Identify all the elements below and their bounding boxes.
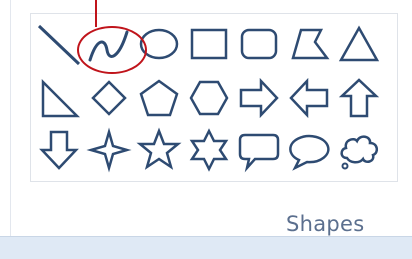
polygon-shape-icon[interactable] <box>285 20 333 68</box>
rounded-rectangular-callout-shape-icon[interactable] <box>235 126 283 174</box>
down-arrow-shape-icon[interactable] <box>35 126 83 174</box>
annotation-highlight-circle <box>77 26 147 74</box>
pentagon-shape-icon[interactable] <box>135 74 183 122</box>
rectangle-shape-icon[interactable] <box>185 20 233 68</box>
triangle-shape-icon[interactable] <box>335 20 383 68</box>
group-separator <box>10 0 11 236</box>
oval-callout-shape-icon[interactable] <box>285 126 333 174</box>
group-label: Shapes <box>286 212 365 236</box>
annotation-pointer-line <box>95 0 97 27</box>
up-arrow-shape-icon[interactable] <box>335 74 383 122</box>
right-arrow-shape-icon[interactable] <box>235 74 283 122</box>
shapes-ribbon-group: Shapes <box>0 0 412 259</box>
diamond-shape-icon[interactable] <box>85 74 133 122</box>
four-point-star-shape-icon[interactable] <box>85 126 133 174</box>
rounded-rectangle-shape-icon[interactable] <box>235 20 283 68</box>
ribbon-bottom-bar <box>0 236 412 259</box>
cloud-callout-shape-icon[interactable] <box>335 126 383 174</box>
six-point-star-shape-icon[interactable] <box>185 126 233 174</box>
left-arrow-shape-icon[interactable] <box>285 74 333 122</box>
hexagon-shape-icon[interactable] <box>185 74 233 122</box>
line-shape-icon[interactable] <box>35 20 83 68</box>
five-point-star-shape-icon[interactable] <box>135 126 183 174</box>
right-triangle-shape-icon[interactable] <box>35 74 83 122</box>
